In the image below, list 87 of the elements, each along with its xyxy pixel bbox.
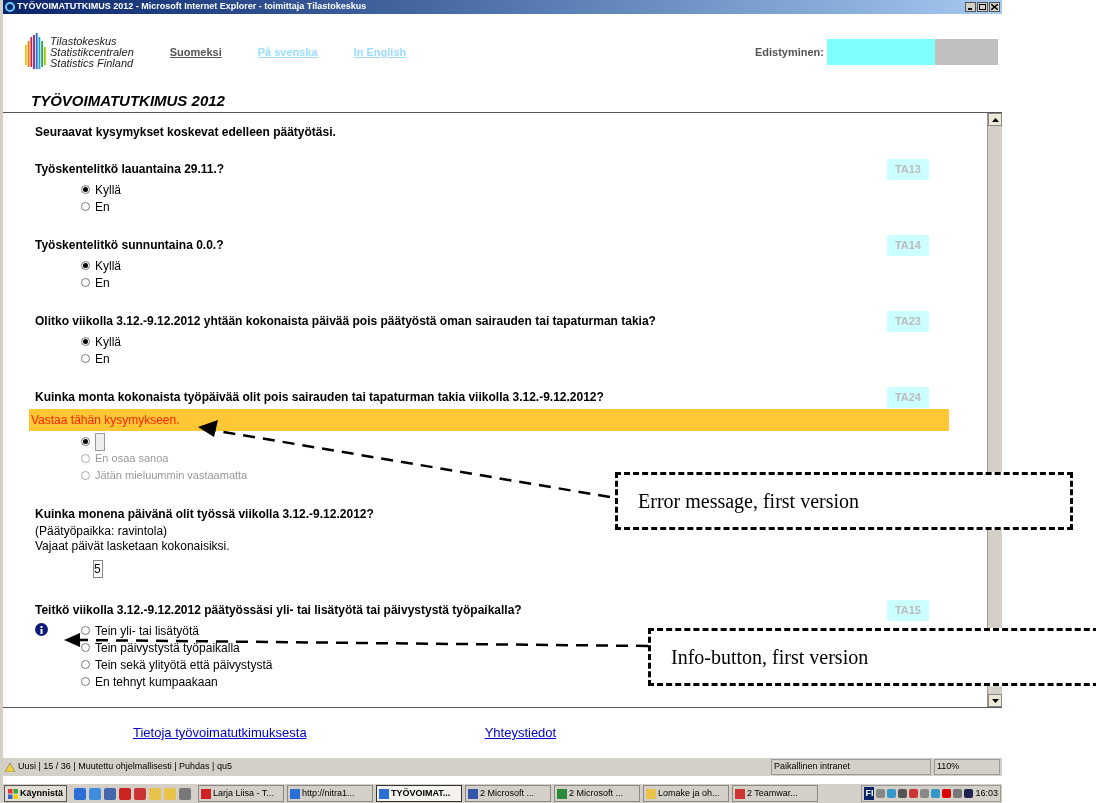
- option-label[interactable]: En: [95, 197, 110, 216]
- question-code-tag: TA13: [886, 159, 929, 180]
- question-text: Työskentelitkö sunnuntaina 0.0.?: [35, 237, 224, 254]
- app-icon: [557, 788, 567, 799]
- quick-launch-icon[interactable]: [119, 787, 131, 800]
- minimize-button[interactable]: [965, 2, 976, 12]
- radio-button[interactable]: [81, 354, 90, 363]
- option-label[interactable]: Tein yli- tai lisätyötä: [95, 621, 200, 640]
- app-icon: [290, 788, 300, 799]
- radio-button[interactable]: [81, 437, 90, 446]
- status-text: Uusi | 15 / 36 | Muutettu ohjelmallisesti | Puhdas | qu5: [18, 760, 232, 774]
- progress-label: Edistyminen:: [754, 44, 824, 60]
- question-text: Olitko viikolla 3.12.-9.12.2012 yhtään kokonaista päivää pois päätyöstä oman sairauden tai tapaturman takia?: [35, 313, 656, 330]
- intro-text: Seuraavat kysymykset koskevat edelleen päätyötäsi.: [35, 124, 337, 141]
- scroll-up-icon[interactable]: [988, 113, 1002, 126]
- close-icon: [991, 4, 998, 10]
- zoom-control[interactable]: 110%: [934, 759, 1000, 775]
- question-code-tag: TA14: [886, 235, 929, 256]
- quick-launch-icon[interactable]: [104, 787, 116, 800]
- browser-icon: [5, 2, 15, 12]
- logo-text: Statistics Finland: [50, 57, 134, 69]
- radio-button[interactable]: [81, 337, 90, 346]
- language-indicator[interactable]: FI: [864, 786, 875, 801]
- option-label[interactable]: Tein päivystystä työpaikalla: [95, 638, 240, 657]
- error-message: Vastaa tähän kysymykseen.: [31, 412, 180, 429]
- app-icon: [646, 788, 656, 799]
- question-text: Työskentelitkö lauantaina 29.11.?: [35, 161, 225, 178]
- app-icon: [735, 788, 745, 799]
- maximize-button[interactable]: [977, 2, 988, 12]
- radio-button[interactable]: [81, 643, 90, 652]
- question-text: Kuinka monta kokonaista työpäivää olit pois sairauden tai tapaturman takia viikolla 3.12.-9.12.2012?: [35, 389, 604, 406]
- app-icon: [379, 788, 389, 799]
- option-label[interactable]: Kyllä: [95, 256, 121, 275]
- days-field[interactable]: [95, 432, 105, 451]
- clock: 16:03: [975, 786, 998, 800]
- question-note: (Päätyöpaikka: ravintola): [35, 524, 169, 539]
- taskbar-button[interactable]: 2 Microsoft ...: [554, 785, 640, 802]
- start-button[interactable]: Käynnistä: [4, 785, 67, 802]
- start-icon: [8, 788, 18, 799]
- window-title: TYÖVOIMATUTKIMUS 2012 - Microsoft Internet Explorer - toimittaja Tilastokeskus: [17, 0, 367, 14]
- quick-launch-icon[interactable]: [179, 787, 191, 800]
- quick-launch-icon[interactable]: [134, 787, 146, 800]
- quick-launch-icon[interactable]: [74, 787, 86, 800]
- language-link[interactable]: Suomeksi: [169, 43, 222, 61]
- close-button[interactable]: [989, 2, 1000, 12]
- radio-button[interactable]: [81, 677, 90, 686]
- annotation-text: Error message, first version: [638, 489, 860, 515]
- option-label[interactable]: En tehnyt kumpaakaan: [95, 672, 218, 691]
- option-label[interactable]: Tein sekä ylityötä että päivystystä: [95, 655, 273, 674]
- scroll-down-icon[interactable]: [988, 694, 1002, 707]
- radio-button[interactable]: [81, 278, 90, 287]
- radio-button[interactable]: [81, 185, 90, 194]
- option-label[interactable]: En: [95, 349, 110, 368]
- taskbar-button[interactable]: http://nitra1...: [287, 785, 373, 802]
- question-text: Teitkö viikolla 3.12.-9.12.2012 päätyössäsi yli- tai lisätyötä tai päivystystä työpaikalla?: [35, 602, 522, 619]
- question-code-tag: TA23: [886, 311, 929, 332]
- quick-launch-icon[interactable]: [89, 787, 101, 800]
- logo-text: Statistikcentralen: [50, 46, 134, 58]
- number-field[interactable]: 5: [93, 560, 103, 578]
- taskbar-button[interactable]: Larja Liisa - T...: [198, 785, 284, 802]
- question-text: Kuinka monena päivänä olit työssä viikolla 3.12.-9.12.2012?: [35, 506, 374, 523]
- footer-link[interactable]: Yhteystiedot: [484, 723, 557, 743]
- annotation-text: Info-button, first version: [671, 645, 869, 670]
- zone-indicator: Paikallinen intranet: [771, 759, 931, 775]
- radio-button[interactable]: [81, 660, 90, 669]
- option-label[interactable]: Kyllä: [95, 332, 121, 351]
- app-icon: [201, 788, 211, 799]
- taskbar-button[interactable]: 2 Microsoft ...: [465, 785, 551, 802]
- page-title: TYÖVOIMATUTKIMUS 2012: [31, 90, 225, 111]
- info-icon[interactable]: [35, 623, 48, 636]
- radio-button[interactable]: [81, 626, 90, 635]
- app-icon: [468, 788, 478, 799]
- taskbar-button[interactable]: Lomake ja oh...: [643, 785, 729, 802]
- option-label[interactable]: Kyllä: [95, 180, 121, 199]
- question-note: Vajaat päivät lasketaan kokonaisiksi.: [35, 539, 231, 554]
- warning-icon: [5, 762, 15, 772]
- radio-button[interactable]: [81, 261, 90, 270]
- logo-icon: [25, 33, 47, 71]
- taskbar-button[interactable]: 2 Teamwar...: [732, 785, 818, 802]
- radio-button[interactable]: [81, 202, 90, 211]
- footer-link[interactable]: Tietoja työvoimatutkimuksesta: [133, 723, 307, 743]
- logo-text: Tilastokeskus: [50, 35, 118, 47]
- maximize-icon: [979, 4, 986, 10]
- taskbar-button[interactable]: TYÖVOIMAT...: [376, 785, 462, 802]
- question-code-tag: TA24: [886, 387, 929, 408]
- option-label[interactable]: En: [95, 273, 110, 292]
- question-code-tag: TA15: [886, 600, 929, 621]
